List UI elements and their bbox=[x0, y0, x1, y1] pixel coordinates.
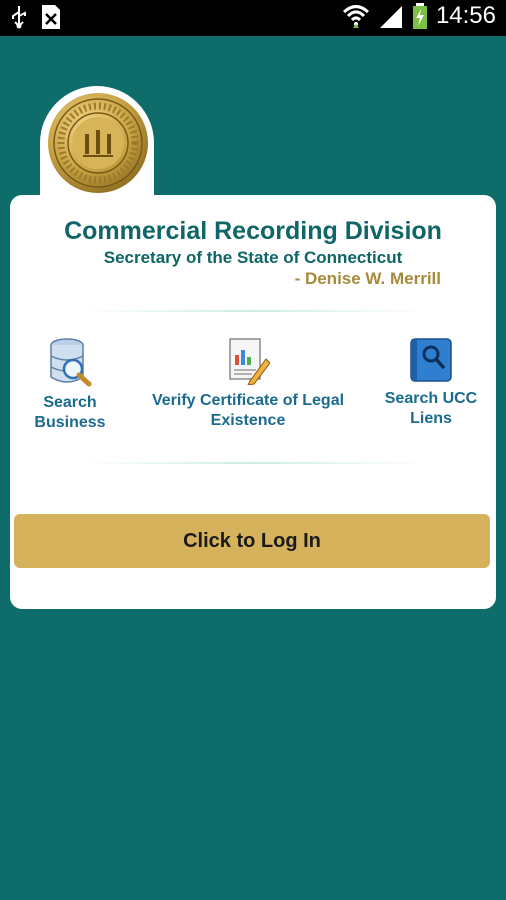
battery-icon bbox=[412, 3, 427, 29]
login-button[interactable]: Click to Log In bbox=[14, 514, 490, 568]
verify-certificate-button[interactable]: Verify Certificate of Legal Existence bbox=[146, 337, 350, 431]
action-label-line: Search UCC bbox=[384, 390, 478, 407]
certificate-icon bbox=[229, 338, 270, 385]
divider bbox=[80, 462, 426, 464]
action-label-line: Search bbox=[43, 394, 97, 411]
usb-icon bbox=[12, 6, 26, 29]
book-search-icon bbox=[410, 338, 452, 382]
page-title: Commercial Recording Division bbox=[64, 217, 442, 245]
action-label-line: Liens bbox=[410, 410, 452, 427]
search-business-button[interactable]: Search Business bbox=[20, 337, 120, 433]
author-name: - Denise W. Merrill bbox=[294, 269, 441, 288]
signal-icon bbox=[379, 6, 402, 28]
wifi-icon bbox=[342, 5, 369, 28]
database-search-icon bbox=[50, 338, 92, 387]
status-bar: 14:56 bbox=[0, 0, 506, 36]
sim-icon bbox=[42, 5, 60, 29]
search-ucc-liens-button[interactable]: Search UCC Liens bbox=[380, 337, 482, 429]
page-subtitle: Secretary of the State of Connecticut bbox=[103, 248, 403, 267]
main-card: Commercial Recording Division Secretary … bbox=[10, 195, 496, 609]
action-label-line: Verify Certificate of Legal bbox=[151, 392, 345, 409]
state-seal-icon bbox=[48, 93, 148, 193]
action-label-line: Business bbox=[34, 414, 106, 431]
divider bbox=[80, 310, 426, 312]
action-label-line: Existence bbox=[210, 412, 286, 429]
clock-time: 14:56 bbox=[435, 2, 496, 29]
